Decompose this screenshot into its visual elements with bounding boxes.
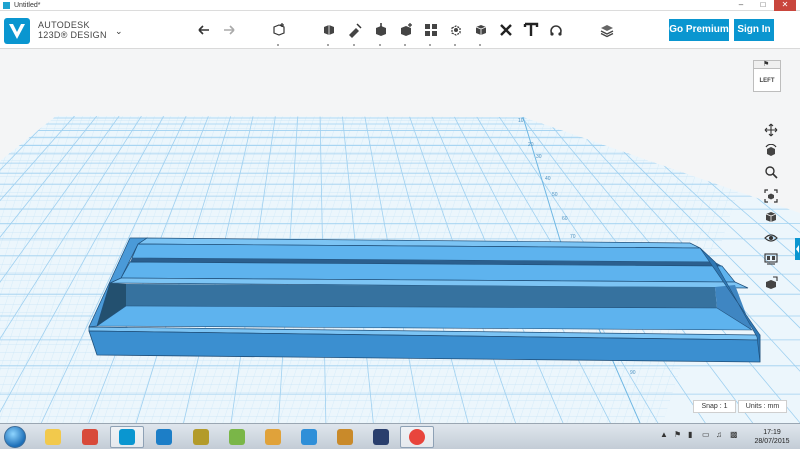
- start-button[interactable]: [4, 426, 26, 448]
- scene-canvas[interactable]: 102030405060708090: [0, 50, 800, 423]
- material-view-icon[interactable]: [762, 250, 780, 268]
- volume-icon[interactable]: ♫: [716, 430, 722, 439]
- close-button[interactable]: ✕: [774, 0, 796, 11]
- app-icon: [3, 2, 10, 9]
- modify-icon[interactable]: [370, 19, 392, 46]
- flag-tray-icon[interactable]: ⚑: [674, 430, 681, 439]
- app-yellow-icon: [193, 429, 209, 445]
- construct-icon[interactable]: [344, 19, 366, 46]
- delete-icon[interactable]: [495, 19, 517, 41]
- taskbar-file-explorer-button[interactable]: [36, 426, 70, 448]
- combine-icon[interactable]: [445, 19, 467, 46]
- sketch-icon[interactable]: [318, 19, 340, 46]
- go-premium-button[interactable]: Go Premium: [669, 19, 729, 41]
- taskbar-blender-button[interactable]: [364, 426, 398, 448]
- ccleaner-icon: [156, 429, 172, 445]
- flag-icon: ⚑: [763, 61, 770, 68]
- undo-icon[interactable]: [193, 19, 215, 41]
- tray-model[interactable]: [88, 237, 761, 363]
- app-orange-icon: [337, 429, 353, 445]
- fit-icon[interactable]: [762, 187, 780, 205]
- snap-icon[interactable]: [545, 19, 567, 41]
- sign-in-button[interactable]: Sign In: [734, 19, 774, 41]
- redo-icon[interactable]: [218, 19, 240, 41]
- tray-floor[interactable]: [96, 305, 754, 331]
- taskbar-123d-design-button[interactable]: [110, 426, 144, 448]
- taskbar-ccleaner-button[interactable]: [147, 426, 181, 448]
- grouping-icon[interactable]: [420, 19, 442, 46]
- view-mode-icon[interactable]: [762, 208, 780, 226]
- taskbar-bluestacks-button[interactable]: [220, 426, 254, 448]
- taskbar-picasa-button[interactable]: [256, 426, 290, 448]
- grid-label: 60: [562, 216, 568, 222]
- taskbar-teamviewer-button[interactable]: [292, 426, 326, 448]
- taskbar-app-yellow-button[interactable]: [184, 426, 218, 448]
- clock-date: 28/07/2015: [754, 438, 790, 445]
- blender-icon: [373, 429, 389, 445]
- minimize-button[interactable]: –: [730, 0, 752, 11]
- 123d-logo-icon[interactable]: [4, 18, 30, 44]
- grid-label: 70: [570, 234, 576, 240]
- outliner-icon[interactable]: [762, 274, 780, 292]
- clock-time: 17:19: [763, 429, 781, 436]
- brand-line-1: AUTODESK: [38, 20, 90, 30]
- grid-label: 10: [518, 118, 524, 124]
- primitives-icon[interactable]: [268, 19, 290, 46]
- battery-icon[interactable]: ▭: [702, 430, 710, 439]
- bluestacks-icon: [229, 429, 245, 445]
- material-icon[interactable]: [596, 19, 618, 41]
- taskbar-chrome-button[interactable]: [400, 426, 434, 448]
- taskbar-sketchup-button[interactable]: [73, 426, 107, 448]
- grid-label: 20: [528, 142, 534, 148]
- grid-label: 30: [536, 154, 542, 160]
- panel-expand-tab[interactable]: [795, 238, 800, 260]
- 123d-design-icon: [119, 429, 135, 445]
- grid-label: 50: [552, 192, 558, 198]
- pan-icon[interactable]: [762, 121, 780, 139]
- network-icon[interactable]: ▮: [688, 430, 692, 439]
- zoom-icon[interactable]: [762, 163, 780, 181]
- picasa-icon: [265, 429, 281, 445]
- chrome-icon: [409, 429, 425, 445]
- windows-taskbar: ▲ ⚑ ▮ ▭ ♫ ▩ 17:19 28/07/2015: [0, 423, 800, 449]
- units-setting[interactable]: Units : mm: [738, 400, 787, 413]
- measure-icon[interactable]: [470, 19, 492, 46]
- taskbar-app-orange-button[interactable]: [328, 426, 362, 448]
- app-toolbar: AUTODESK 123D® DESIGN ⌄ Go Premium Sign …: [0, 11, 800, 49]
- file-explorer-icon: [45, 429, 61, 445]
- brand-name: AUTODESK 123D® DESIGN: [38, 20, 107, 40]
- keyboard-icon[interactable]: ▩: [730, 430, 738, 439]
- brand-line-2: 123D® DESIGN: [38, 30, 107, 40]
- grid-label: 40: [545, 176, 551, 182]
- window-title: Untitled*: [14, 2, 41, 9]
- clock[interactable]: 17:19 28/07/2015: [748, 428, 796, 446]
- view-cube[interactable]: ⚑ LEFT: [751, 58, 785, 94]
- visibility-icon[interactable]: [762, 229, 780, 247]
- window-titlebar: Untitled* – □ ✕: [0, 0, 800, 11]
- teamviewer-icon: [301, 429, 317, 445]
- view-cube-face-left[interactable]: LEFT: [753, 68, 781, 92]
- chevron-down-icon[interactable]: ⌄: [115, 26, 123, 37]
- text-icon[interactable]: [520, 19, 542, 41]
- 3d-workspace[interactable]: 102030405060708090 ⚑ LEFT: [0, 50, 800, 423]
- orbit-icon[interactable]: [762, 142, 780, 160]
- tray-inner-back-wall[interactable]: [126, 284, 717, 308]
- pattern-icon[interactable]: [395, 19, 417, 46]
- snap-setting[interactable]: Snap : 1: [693, 400, 736, 413]
- sketchup-icon: [82, 429, 98, 445]
- grid-label: 90: [630, 370, 636, 376]
- maximize-button[interactable]: □: [752, 0, 774, 11]
- tray-arrow-icon[interactable]: ▲: [660, 430, 668, 439]
